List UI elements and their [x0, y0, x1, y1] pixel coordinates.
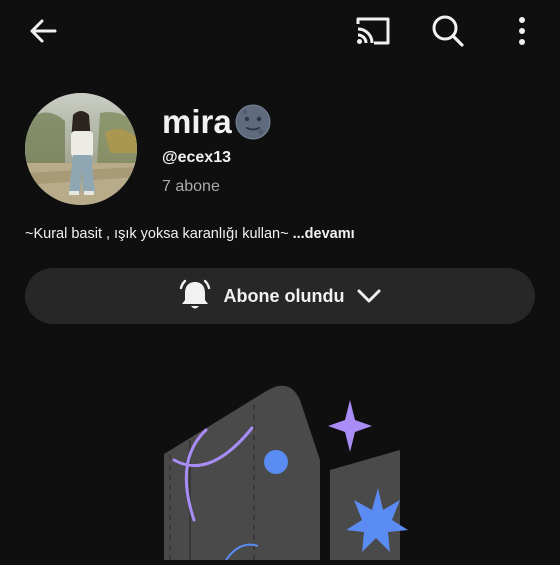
- channel-handle: @ecex13: [162, 149, 231, 166]
- arrow-left-icon: [30, 19, 57, 43]
- channel-name-text: mira: [162, 103, 232, 140]
- bell-icon: [179, 279, 210, 309]
- subscribed-button-label: Abone olundu: [223, 285, 345, 306]
- search-button[interactable]: [426, 9, 470, 53]
- more-vertical-icon: [519, 17, 525, 45]
- chevron-down-icon: [357, 289, 381, 303]
- empty-channel-illustration: [150, 370, 410, 561]
- cast-icon: [356, 17, 390, 45]
- channel-name: mira: [162, 102, 272, 142]
- subscribed-button[interactable]: Abone olundu: [25, 268, 535, 324]
- cast-button[interactable]: [351, 9, 395, 53]
- avatar-photo: [25, 93, 137, 205]
- more-options-button[interactable]: [500, 9, 544, 53]
- search-icon: [432, 15, 464, 47]
- subscriber-count: 7 abone: [162, 178, 220, 195]
- top-app-bar: [0, 0, 560, 62]
- description-text: ~Kural basit , ışık yoksa karanlığı kull…: [25, 226, 289, 242]
- description-more-link[interactable]: ...devamı: [293, 226, 355, 242]
- new-moon-face-emoji-icon: [235, 104, 271, 140]
- back-button[interactable]: [21, 9, 65, 53]
- channel-description[interactable]: ~Kural basit , ışık yoksa karanlığı kull…: [25, 226, 355, 242]
- channel-avatar[interactable]: [25, 93, 137, 205]
